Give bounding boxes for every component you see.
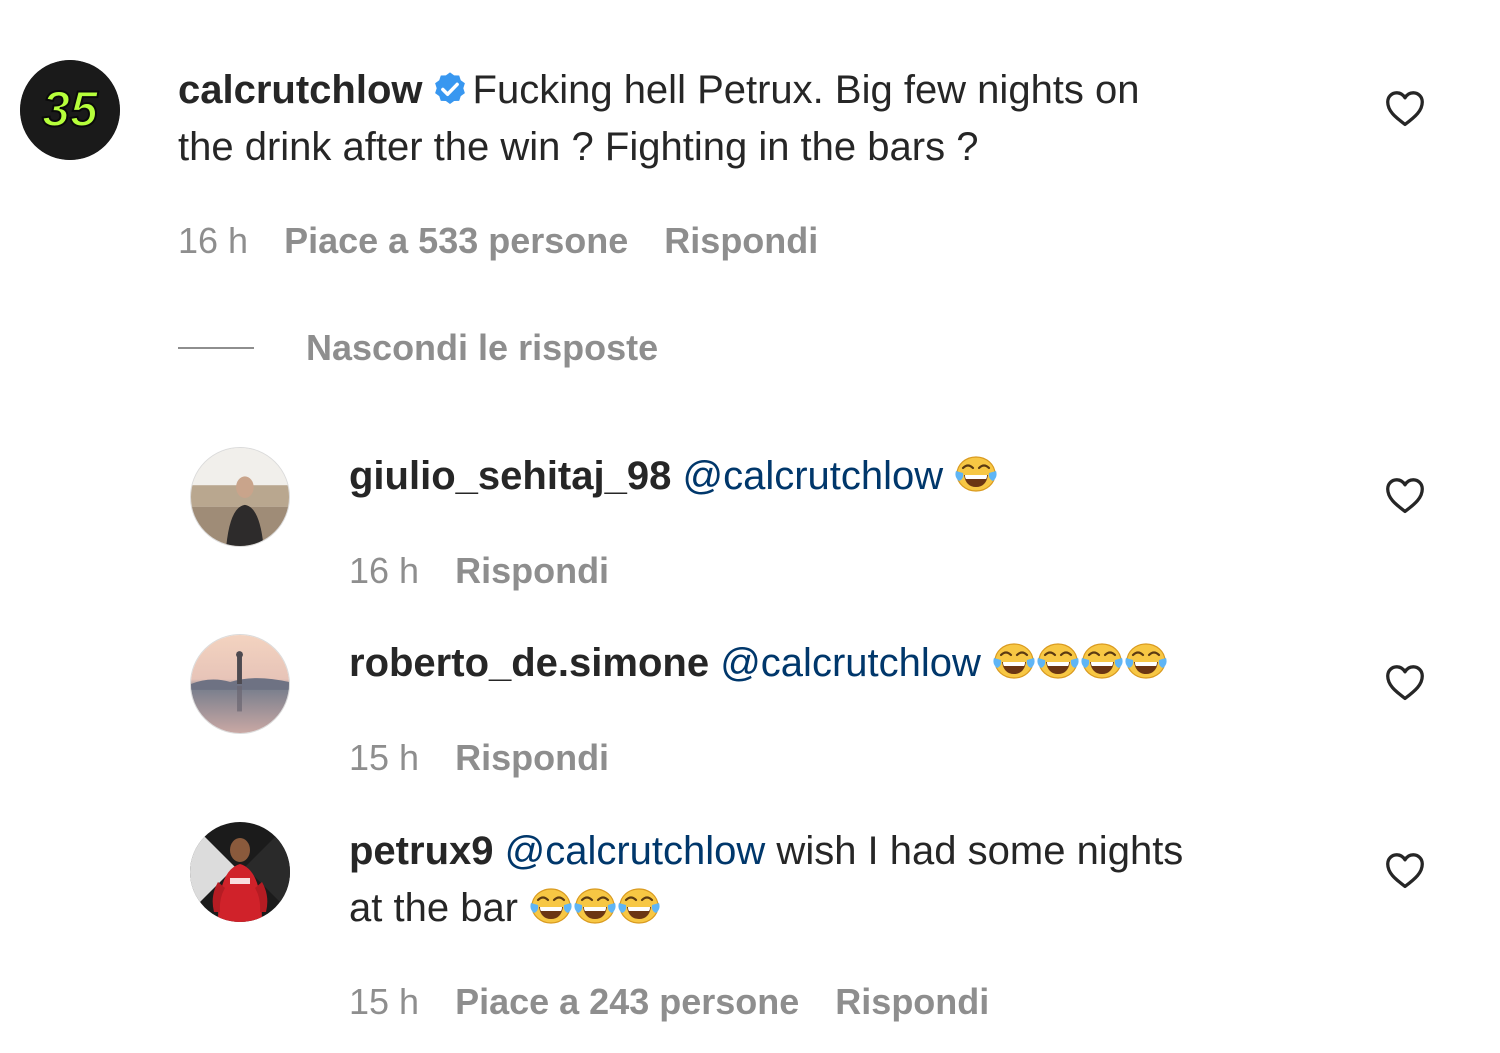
reply-time: 15 h — [349, 981, 420, 1022]
comment-time: 16 h — [178, 220, 249, 261]
avatar-image — [190, 822, 290, 922]
avatar[interactable] — [190, 447, 290, 547]
laughing-emoji-icon — [1080, 638, 1124, 682]
reply-button[interactable]: Rispondi — [455, 550, 609, 591]
reply-username[interactable]: petrux9 — [349, 829, 494, 873]
reply-body: giulio_sehitaj_98 @calcrutchlow — [349, 448, 998, 511]
comment-text-line-2: the drink after the win ? Fighting in th… — [178, 125, 979, 169]
avatar-image — [191, 635, 289, 733]
laughing-emoji-icon — [992, 638, 1036, 682]
avatar-image: 35 — [20, 60, 120, 160]
emoji-group — [529, 883, 661, 943]
laughing-emoji-icon — [617, 883, 661, 927]
laughing-emoji-icon — [1124, 638, 1168, 682]
hide-replies-label: Nascondi le risposte — [306, 327, 659, 368]
reply-meta: 16 h Rispondi — [349, 549, 609, 593]
reply-mention[interactable]: @calcrutchlow — [682, 454, 943, 498]
comment-meta: 16 h Piace a 533 persone Rispondi — [178, 219, 818, 263]
like-heart-icon[interactable] — [1384, 89, 1426, 127]
like-heart-icon[interactable] — [1384, 476, 1426, 514]
reply-time: 16 h — [349, 550, 420, 591]
comment-body: calcrutchlow Fucking hell Petrux. Big few… — [178, 62, 1338, 176]
reply-mention[interactable]: @calcrutchlow — [720, 641, 981, 685]
reply-button[interactable]: Rispondi — [835, 981, 989, 1022]
comment-likes[interactable]: Piace a 533 persone — [284, 220, 628, 261]
avatar-image — [191, 448, 289, 546]
like-heart-icon[interactable] — [1384, 851, 1426, 889]
reply-mention[interactable]: @calcrutchlow — [505, 829, 766, 873]
comment-line-1: calcrutchlow Fucking hell Petrux. Big few… — [178, 62, 1338, 119]
laughing-emoji-icon — [1036, 638, 1080, 682]
laughing-emoji-icon — [573, 883, 617, 927]
toggle-divider — [178, 347, 254, 349]
reply-line-2: at the bar — [349, 880, 1349, 943]
emoji-group — [954, 451, 998, 511]
reply-meta: 15 h Rispondi — [349, 736, 609, 780]
reply-text-line-2: at the bar — [349, 886, 519, 930]
reply-username[interactable]: roberto_de.simone — [349, 641, 709, 685]
verified-badge-icon — [434, 72, 465, 105]
hide-replies-toggle[interactable]: Nascondi le risposte — [178, 326, 658, 370]
reply-body: petrux9 @calcrutchlow wish I had some ni… — [349, 823, 1349, 943]
avatar-number: 35 — [42, 81, 99, 137]
reply-line-1: petrux9 @calcrutchlow wish I had some ni… — [349, 823, 1349, 880]
laughing-emoji-icon — [529, 883, 573, 927]
comment-text-line-1: Fucking hell Petrux. Big few nights on — [472, 68, 1140, 112]
reply-body: roberto_de.simone @calcrutchlow — [349, 635, 1168, 698]
reply-username[interactable]: giulio_sehitaj_98 — [349, 454, 671, 498]
reply-button[interactable]: Rispondi — [664, 220, 818, 261]
reply-meta: 15 h Piace a 243 persone Rispondi — [349, 980, 989, 1024]
reply-likes[interactable]: Piace a 243 persone — [455, 981, 799, 1022]
comment-username[interactable]: calcrutchlow — [178, 68, 423, 112]
reply-time: 15 h — [349, 737, 420, 778]
laughing-emoji-icon — [954, 451, 998, 495]
avatar[interactable]: 35 — [20, 60, 120, 160]
avatar[interactable] — [190, 634, 290, 734]
reply-button[interactable]: Rispondi — [455, 737, 609, 778]
emoji-group — [992, 638, 1168, 698]
reply-text-line-1: wish I had some nights — [765, 829, 1184, 873]
avatar[interactable] — [190, 822, 290, 922]
like-heart-icon[interactable] — [1384, 663, 1426, 701]
